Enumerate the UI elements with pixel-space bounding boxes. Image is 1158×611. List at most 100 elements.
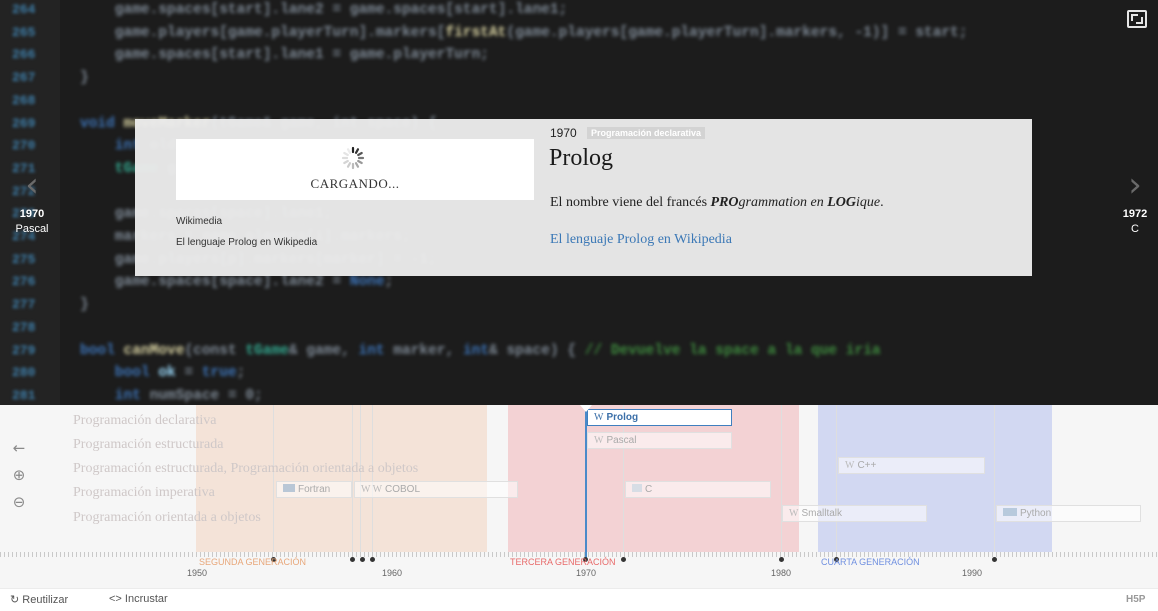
slide-text-italic-grammation: grammation en bbox=[738, 195, 828, 210]
slide-card: CARGANDO... Wikimedia El lenguaje Prolog… bbox=[135, 119, 1032, 276]
code-line-number: 279 bbox=[12, 342, 36, 358]
year-tick-1950: 1950 bbox=[187, 568, 208, 578]
group-label-estructurada-oo: Programación estructurada, Programación … bbox=[73, 461, 419, 476]
group-label-imperativa: Programación imperativa bbox=[73, 485, 215, 500]
timeline[interactable]: Programación declarativa Programación es… bbox=[0, 405, 1158, 588]
next-slide-button[interactable]: › 1972 C bbox=[1105, 168, 1158, 235]
event-dot bbox=[779, 557, 784, 562]
wikipedia-icon: W bbox=[789, 508, 799, 519]
embed-icon: <> bbox=[109, 593, 122, 605]
embed-label: Incrustar bbox=[124, 593, 168, 605]
code-line-number: 267 bbox=[12, 70, 36, 86]
marker-label: Smalltalk bbox=[801, 508, 843, 519]
embed-button[interactable]: <> Incrustar bbox=[109, 593, 168, 605]
code-line: game.spaces[space].lane2 = None; bbox=[80, 274, 394, 291]
next-slide-name: C bbox=[1131, 223, 1139, 235]
era-label-second: SEGUNDA GENERACIÓN bbox=[199, 557, 307, 567]
event-dot bbox=[621, 557, 626, 562]
gridline bbox=[372, 405, 373, 552]
code-line-number: 264 bbox=[12, 2, 36, 17]
era-label-fourth: CUARTA GENERACIÓN bbox=[821, 557, 920, 567]
code-line: } bbox=[80, 297, 89, 314]
marker-label: Pascal bbox=[606, 435, 637, 446]
footer-bar: ↻ Reutilizar <> Incrustar H5P bbox=[0, 588, 1158, 611]
event-dot bbox=[992, 557, 997, 562]
code-line-number: 266 bbox=[12, 47, 36, 63]
h5p-logo[interactable]: H5P bbox=[1126, 594, 1145, 605]
code-line-number: 278 bbox=[12, 319, 36, 335]
gridline bbox=[836, 405, 837, 552]
wikipedia-icon: W bbox=[594, 435, 604, 446]
zoom-in-icon[interactable]: ⊕ bbox=[8, 464, 30, 486]
gridline bbox=[273, 405, 274, 552]
fullscreen-icon[interactable] bbox=[1127, 10, 1147, 28]
gridline bbox=[360, 405, 361, 552]
marker-smalltalk[interactable]: W Smalltalk bbox=[782, 505, 927, 522]
slide-text-italic-ique: ique bbox=[856, 195, 881, 210]
code-line: int numSpace = 0; bbox=[80, 387, 263, 404]
code-line-number: 281 bbox=[12, 387, 36, 403]
media-credit: Wikimedia bbox=[176, 216, 223, 227]
code-line-number: 277 bbox=[12, 297, 36, 313]
event-dot bbox=[370, 557, 375, 562]
marker-cpp[interactable]: W C++ bbox=[838, 457, 985, 474]
slide-stage: 264 265 266 267 268 269 270 271 272 273 274 275 276 2… bbox=[0, 0, 1158, 405]
marker-fortran[interactable]: Fortran bbox=[276, 481, 352, 498]
code-line: game.spaces[start].lane1 = game.playerTu… bbox=[80, 47, 489, 64]
code-line-number: 275 bbox=[12, 251, 36, 267]
prev-slide-name: Pascal bbox=[15, 223, 49, 235]
era-band-second bbox=[196, 405, 487, 552]
media-placeholder: CARGANDO... bbox=[176, 139, 534, 200]
loading-spinner-icon bbox=[341, 146, 365, 170]
wikipedia-link[interactable]: El lenguaje Prolog en Wikipedia bbox=[550, 232, 732, 248]
marker-label: Fortran bbox=[298, 484, 331, 495]
gridline bbox=[352, 405, 353, 552]
year-tick-1980: 1980 bbox=[771, 568, 792, 578]
reuse-label: Reutilizar bbox=[22, 594, 69, 606]
prev-slide-button[interactable]: ‹ 1970 Pascal bbox=[2, 168, 62, 235]
year-tick-1970: 1970 bbox=[576, 568, 597, 578]
era-label-third: TERCERA GENERACIÓN bbox=[510, 557, 616, 567]
code-line-number: 280 bbox=[12, 365, 36, 381]
era-band-third bbox=[508, 405, 799, 552]
slide-text-bold-log: LOG bbox=[827, 195, 856, 210]
group-label-estructurada: Programación estructurada bbox=[73, 437, 224, 452]
event-dot bbox=[350, 557, 355, 562]
back-arrow-icon[interactable]: ← bbox=[8, 437, 30, 459]
slide-tag-badge: Programación declarativa bbox=[587, 127, 706, 139]
slide-year: 1970 bbox=[550, 126, 577, 140]
wikipedia-icon: W bbox=[845, 460, 855, 471]
code-line: } bbox=[80, 70, 89, 87]
code-line: game.players[game.playerTurn].markers[fi… bbox=[80, 24, 968, 41]
marker-prolog[interactable]: W Prolog bbox=[587, 409, 732, 426]
current-position-line bbox=[585, 405, 587, 560]
code-line: bool ok = true; bbox=[80, 365, 246, 382]
marker-label: C++ bbox=[857, 460, 877, 471]
zoom-out-icon[interactable]: ⊖ bbox=[8, 491, 30, 513]
gridline bbox=[994, 405, 995, 552]
group-label-declarativa: Programación declarativa bbox=[73, 413, 217, 428]
slide-text-suffix: . bbox=[880, 195, 884, 210]
code-line-number: 265 bbox=[12, 24, 36, 40]
marker-cobol[interactable]: W W COBOL bbox=[354, 481, 518, 498]
code-line-number: 276 bbox=[12, 274, 36, 290]
marker-c[interactable]: C bbox=[625, 481, 771, 498]
year-tick-1990: 1990 bbox=[962, 568, 983, 578]
python-logo-icon bbox=[1003, 508, 1017, 516]
group-label-orientada-objetos: Programación orientada a objetos bbox=[73, 510, 261, 525]
media-caption: El lenguaje Prolog en Wikipedia bbox=[176, 237, 318, 248]
code-line-number: 270 bbox=[12, 138, 36, 154]
marker-python[interactable]: Python bbox=[996, 505, 1141, 522]
reuse-button[interactable]: ↻ Reutilizar bbox=[10, 593, 68, 606]
current-position-arrow bbox=[580, 405, 592, 412]
reuse-icon: ↻ bbox=[10, 594, 20, 606]
code-line: game.spaces[start].lane2 = game.spaces[s… bbox=[80, 2, 568, 18]
event-dot bbox=[360, 557, 365, 562]
wikipedia-icon: W W bbox=[361, 484, 383, 495]
fortran-logo-icon bbox=[283, 484, 295, 492]
code-line: bool canMove(const tGame& game, int mark… bbox=[80, 342, 881, 359]
wikipedia-icon: W bbox=[594, 412, 604, 423]
code-line-number: 268 bbox=[12, 92, 36, 108]
marker-pascal[interactable]: W Pascal bbox=[587, 432, 732, 449]
slide-text-bold-pro: PRO bbox=[710, 195, 739, 210]
